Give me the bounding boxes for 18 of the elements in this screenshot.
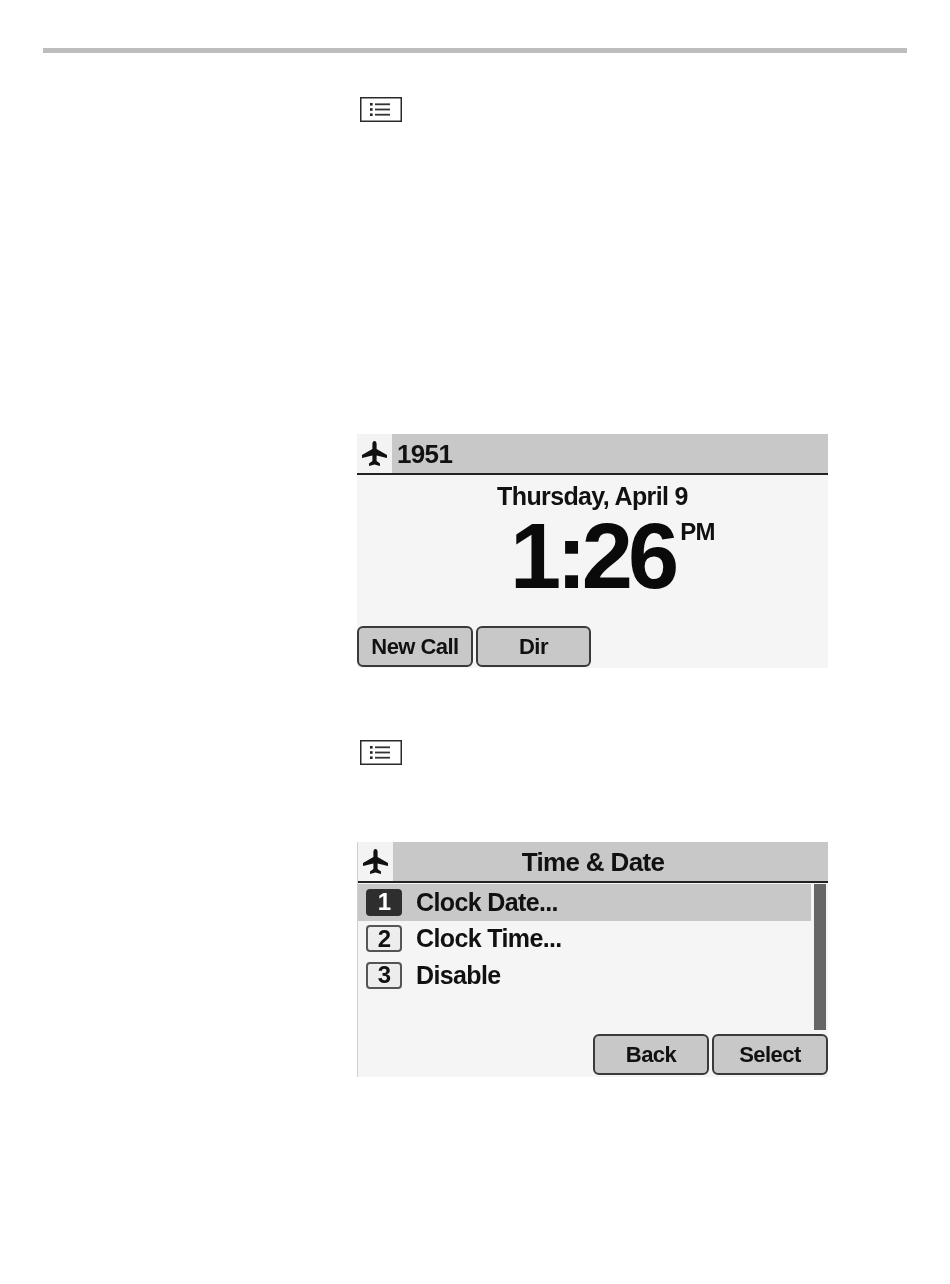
- menu-item[interactable]: 3 Disable: [358, 957, 811, 994]
- time-label: 1:26: [510, 516, 675, 596]
- list-icon: [360, 740, 402, 765]
- number-key: 1: [366, 888, 402, 916]
- softkey-button[interactable]: Dir: [476, 626, 591, 667]
- extension-label: 1951: [397, 440, 453, 467]
- number-key: 2: [366, 925, 402, 953]
- number-key: 3: [366, 961, 402, 989]
- softkey-button[interactable]: Back: [593, 1034, 709, 1075]
- softkey-button[interactable]: New Call: [357, 626, 473, 667]
- date-label: Thursday, April 9: [497, 482, 688, 510]
- list-icon: [360, 97, 402, 122]
- menu-item[interactable]: 1 Clock Date...: [358, 884, 811, 921]
- menu-item[interactable]: 2 Clock Time...: [358, 920, 811, 957]
- screen-title: Time & Date: [521, 848, 665, 875]
- softkey-button[interactable]: Select: [712, 1034, 828, 1075]
- airplane-icon: [357, 434, 392, 473]
- meridiem-label: PM: [680, 520, 715, 544]
